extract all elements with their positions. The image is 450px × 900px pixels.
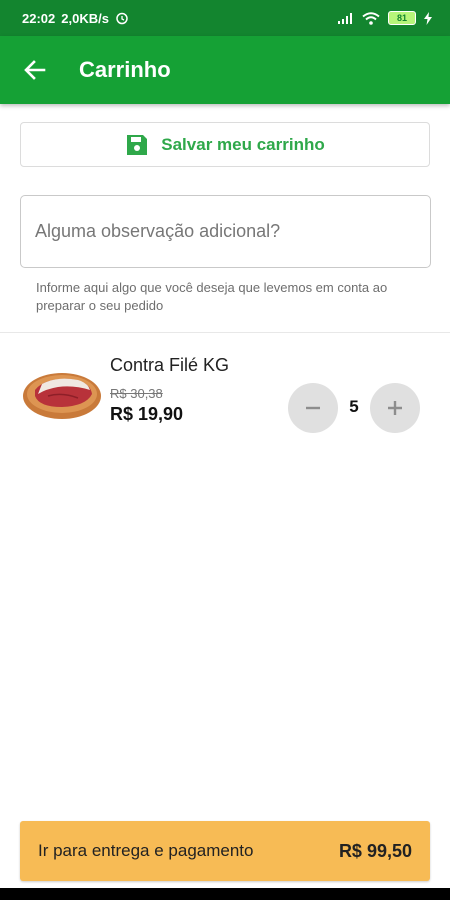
arrow-back-icon [24, 60, 46, 80]
alarm-icon [116, 12, 128, 25]
plus-icon [388, 401, 402, 415]
battery-icon: 81 [388, 11, 416, 25]
status-network-speed: 2,0KB/s [61, 10, 109, 26]
product-price: R$ 19,90 [110, 404, 184, 424]
checkout-button[interactable]: Ir para entrega e pagamento R$ 99,50 [20, 821, 430, 881]
save-cart-button[interactable]: Salvar meu carrinho [20, 122, 430, 167]
decrease-quantity-button[interactable] [288, 383, 338, 433]
increase-quantity-button[interactable] [370, 383, 420, 433]
checkout-label: Ir para entrega e pagamento [38, 841, 254, 860]
save-cart-label: Salvar meu carrinho [161, 134, 325, 154]
product-name: Contra Filé KG [110, 355, 230, 375]
observation-input[interactable]: Alguma observação adicional? [20, 195, 431, 268]
divider [0, 332, 450, 333]
page-title: Carrinho [79, 57, 171, 82]
app-bar: Carrinho [0, 36, 450, 104]
system-nav-bar [0, 888, 450, 900]
quantity-value: 5 [349, 397, 359, 416]
observation-helper-text: Informe aqui algo que você deseja que le… [36, 280, 388, 313]
back-button[interactable] [23, 58, 47, 82]
observation-placeholder: Alguma observação adicional? [35, 221, 281, 241]
minus-icon [306, 406, 320, 410]
signal-icon [338, 13, 352, 24]
status-time: 22:02 [22, 10, 56, 26]
wifi-icon [362, 11, 380, 25]
charging-icon [424, 11, 432, 25]
product-old-price: R$ 30,38 [110, 386, 163, 401]
save-icon [127, 134, 148, 155]
checkout-total: R$ 99,50 [338, 840, 412, 861]
status-bar: 22:02 2,0KB/s 81 [0, 0, 450, 36]
product-image [23, 373, 101, 419]
